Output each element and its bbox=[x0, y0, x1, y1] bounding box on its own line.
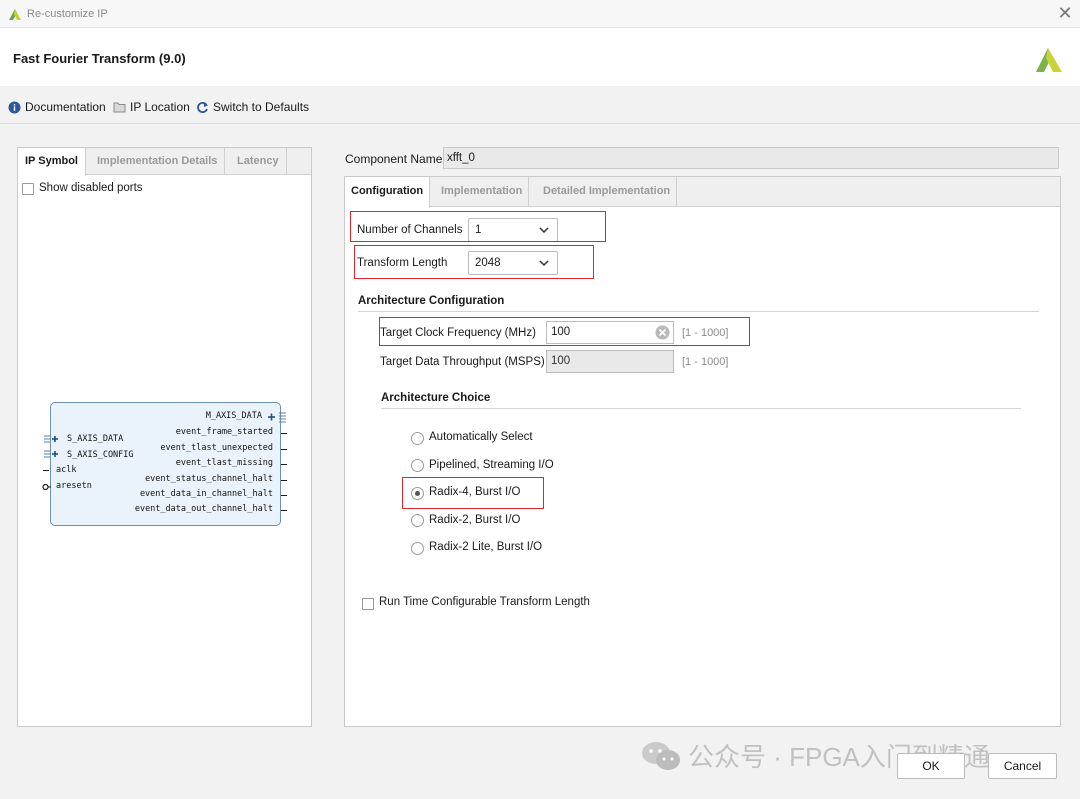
arch-choice-title: Architecture Choice bbox=[381, 392, 491, 404]
radio-automatically-select[interactable] bbox=[411, 432, 424, 445]
ok-button[interactable]: OK bbox=[897, 753, 965, 779]
show-disabled-ports-checkbox[interactable] bbox=[22, 183, 34, 195]
tab-latency[interactable]: Latency bbox=[230, 148, 287, 175]
bus-interface-icons bbox=[44, 435, 58, 458]
num-channels-select[interactable]: 1 bbox=[468, 218, 558, 242]
ip-location-label: IP Location bbox=[130, 100, 190, 114]
option-radix2-lite-burst: Radix-2 Lite, Burst I/O bbox=[429, 541, 543, 553]
throughput-range: [1 - 1000] bbox=[682, 356, 729, 368]
option-pipelined-streaming: Pipelined, Streaming I/O bbox=[429, 459, 554, 471]
info-icon bbox=[8, 101, 21, 113]
runtime-config-label: Run Time Configurable Transform Length bbox=[379, 596, 590, 608]
port-aclk: aclk bbox=[56, 465, 77, 475]
xilinx-logo-icon bbox=[9, 9, 21, 20]
clock-freq-value: 100 bbox=[551, 326, 571, 338]
divider bbox=[381, 408, 1021, 409]
chevron-down-icon bbox=[539, 227, 549, 234]
port-line bbox=[281, 480, 287, 481]
num-channels-value: 1 bbox=[475, 224, 482, 236]
throughput-label: Target Data Throughput (MSPS) bbox=[380, 356, 545, 368]
tab-ip-symbol[interactable]: IP Symbol bbox=[18, 148, 86, 176]
switch-defaults-button[interactable]: Switch to Defaults bbox=[196, 99, 309, 115]
ip-symbol-panel: IP Symbol Implementation Details Latency… bbox=[17, 147, 312, 727]
title-bar: Re-customize IP ✕ bbox=[0, 0, 1080, 28]
runtime-config-checkbox[interactable] bbox=[362, 598, 374, 610]
tab-configuration[interactable]: Configuration bbox=[345, 177, 431, 208]
configuration-panel: Configuration Implementation Detailed Im… bbox=[344, 176, 1061, 727]
port-s-axis-config: S_AXIS_CONFIG bbox=[67, 450, 134, 460]
config-tabs: Configuration Implementation Detailed Im… bbox=[345, 177, 1060, 208]
port-line bbox=[281, 495, 287, 496]
wechat-icon bbox=[642, 741, 680, 770]
port-line bbox=[281, 449, 287, 450]
tab-implementation[interactable]: Implementation bbox=[435, 177, 530, 207]
transform-length-value: 2048 bbox=[475, 257, 501, 269]
bus-interface-icons bbox=[268, 412, 286, 423]
radio-radix4-burst[interactable] bbox=[411, 487, 424, 500]
switch-defaults-label: Switch to Defaults bbox=[213, 100, 310, 114]
port-m-axis-data: M_AXIS_DATA bbox=[205, 411, 262, 421]
cancel-button[interactable]: Cancel bbox=[988, 753, 1057, 779]
refresh-icon bbox=[197, 101, 208, 113]
port-line bbox=[43, 470, 49, 471]
tab-implementation-details[interactable]: Implementation Details bbox=[90, 148, 226, 175]
window-title: Re-customize IP bbox=[27, 8, 108, 20]
clear-icon[interactable] bbox=[655, 325, 670, 340]
port-event-data-out-channel-halt: event_data_out_channel_halt bbox=[134, 504, 273, 514]
port-event-data-in-channel-halt: event_data_in_channel_halt bbox=[139, 489, 273, 499]
radio-pipelined-streaming[interactable] bbox=[411, 459, 424, 472]
arch-config-title: Architecture Configuration bbox=[358, 295, 505, 307]
option-automatically-select: Automatically Select bbox=[429, 431, 533, 443]
option-radix4-burst: Radix-4, Burst I/O bbox=[429, 486, 521, 498]
component-name-input[interactable]: xfft_0 bbox=[443, 147, 1059, 169]
port-s-axis-data: S_AXIS_DATA bbox=[67, 434, 124, 444]
throughput-input: 100 bbox=[546, 350, 674, 373]
documentation-button[interactable]: Documentation bbox=[8, 99, 106, 115]
documentation-label: Documentation bbox=[25, 100, 106, 114]
divider bbox=[358, 311, 1039, 312]
tab-detailed-implementation[interactable]: Detailed Implementation bbox=[537, 177, 678, 207]
port-event-frame-started: event_frame_started bbox=[175, 427, 273, 437]
transform-length-label: Transform Length bbox=[357, 257, 448, 269]
port-line bbox=[281, 464, 287, 465]
left-tabs: IP Symbol Implementation Details Latency bbox=[18, 148, 311, 176]
port-event-tlast-unexpected: event_tlast_unexpected bbox=[160, 443, 273, 453]
radio-radix2-burst[interactable] bbox=[411, 514, 424, 527]
show-disabled-ports-label: Show disabled ports bbox=[39, 182, 143, 194]
folder-icon bbox=[113, 102, 126, 113]
transform-length-select[interactable]: 2048 bbox=[468, 251, 558, 275]
option-radix2-burst: Radix-2, Burst I/O bbox=[429, 514, 521, 526]
chevron-down-icon bbox=[539, 260, 549, 267]
clock-freq-input[interactable]: 100 bbox=[546, 321, 674, 344]
radio-radix2-lite-burst[interactable] bbox=[411, 542, 424, 555]
port-event-status-channel-halt: event_status_channel_halt bbox=[145, 474, 273, 484]
reset-port-icon bbox=[42, 483, 51, 491]
component-name-label: Component Name bbox=[345, 152, 443, 166]
port-line bbox=[281, 510, 287, 511]
port-event-tlast-missing: event_tlast_missing bbox=[175, 458, 273, 468]
port-line bbox=[281, 433, 287, 434]
xilinx-logo-icon bbox=[1036, 48, 1062, 72]
toolbar: Documentation IP Location Switch to Defa… bbox=[0, 86, 1080, 124]
clock-freq-range: [1 - 1000] bbox=[682, 327, 729, 339]
num-channels-label: Number of Channels bbox=[357, 224, 463, 236]
clock-freq-label: Target Clock Frequency (MHz) bbox=[380, 327, 536, 339]
close-icon[interactable]: ✕ bbox=[1057, 3, 1073, 24]
dialog-header: Fast Fourier Transform (9.0) bbox=[0, 28, 1080, 86]
ip-title: Fast Fourier Transform (9.0) bbox=[13, 51, 186, 66]
port-aresetn: aresetn bbox=[56, 481, 92, 491]
ip-location-button[interactable]: IP Location bbox=[113, 99, 190, 115]
ip-symbol-block: S_AXIS_DATA S_AXIS_CONFIG aclk aresetn M… bbox=[42, 402, 287, 526]
